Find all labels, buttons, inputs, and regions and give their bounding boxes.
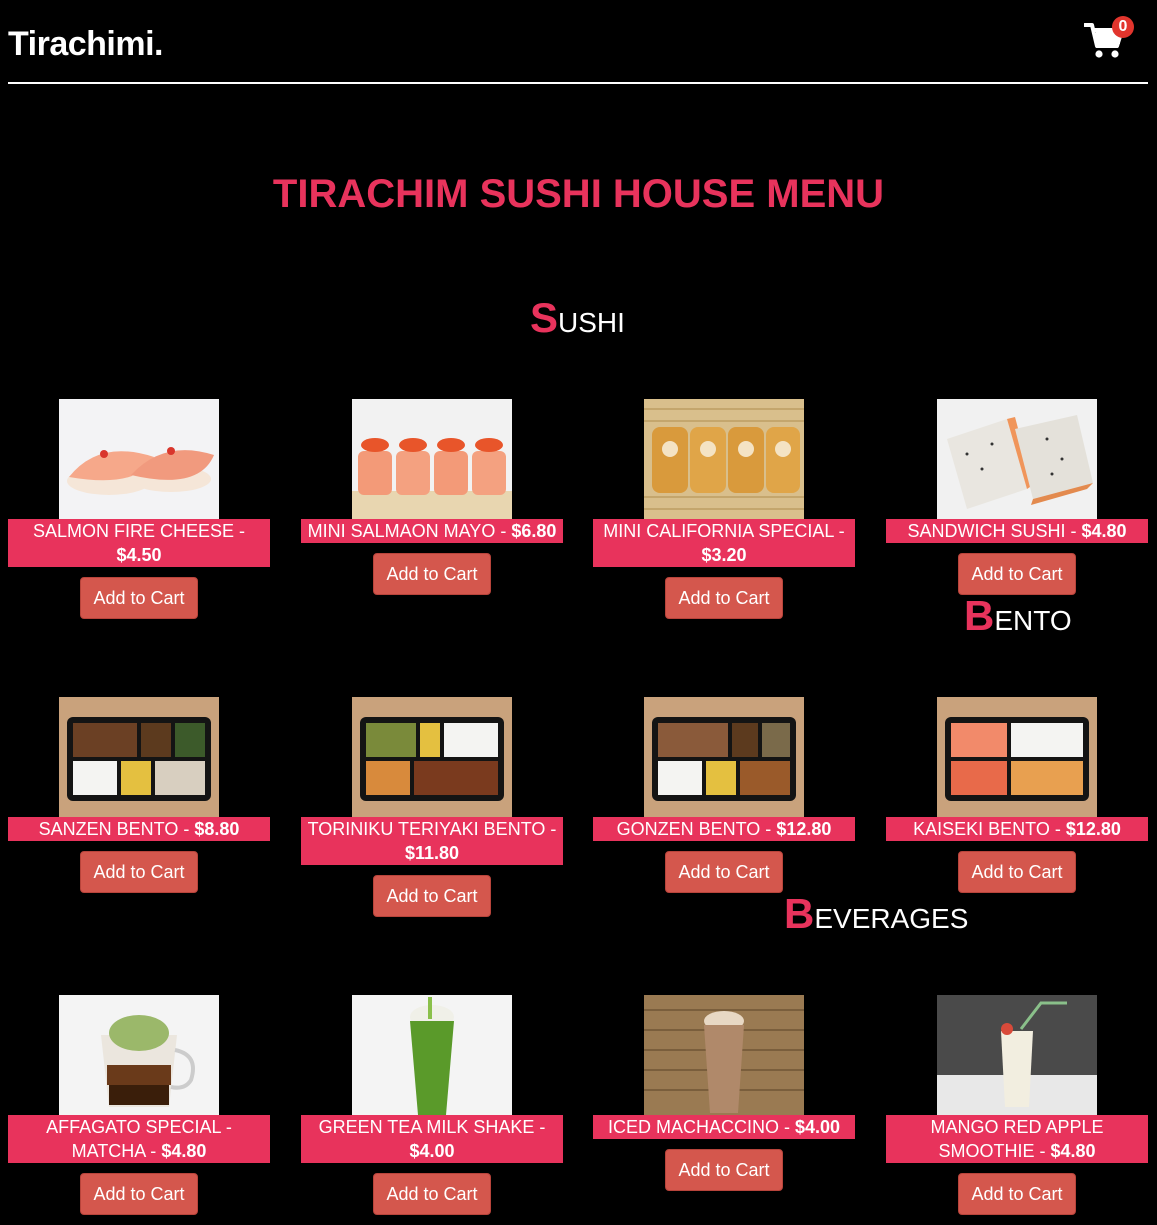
menu-item-label: MANGO RED APPLE SMOOTHIE - $4.80 bbox=[886, 1115, 1148, 1163]
iced-mocha-image bbox=[644, 995, 804, 1115]
add-to-cart-button[interactable]: Add to Cart bbox=[665, 577, 783, 619]
add-to-cart-button[interactable]: Add to Cart bbox=[665, 1149, 783, 1191]
menu-item-label: ICED MACHACCINO - $4.00 bbox=[593, 1115, 855, 1139]
page-title: TIRACHIM SUSHI HOUSE MENU bbox=[272, 172, 885, 216]
menu-item-card: MINI SALMAON MAYO - $6.80 Add to Cart bbox=[301, 399, 563, 595]
smoothie-image bbox=[937, 995, 1097, 1115]
add-to-cart-button[interactable]: Add to Cart bbox=[373, 875, 491, 917]
salmon-roll-image bbox=[352, 399, 512, 519]
menu-item-label: MINI CALIFORNIA SPECIAL - $3.20 bbox=[593, 519, 855, 567]
cart-button[interactable]: 0 bbox=[1084, 16, 1144, 66]
add-to-cart-button[interactable]: Add to Cart bbox=[80, 1173, 198, 1215]
menu-item-label: TORINIKU TERIYAKI BENTO - $11.80 bbox=[301, 817, 563, 865]
menu-item-card: SALMON FIRE CHEESE - $4.50 Add to Cart bbox=[8, 399, 270, 619]
section-title-beverages: BEVERAGES bbox=[784, 890, 969, 937]
menu-item-card: GREEN TEA MILK SHAKE - $4.00 Add to Cart bbox=[301, 995, 563, 1215]
bento-box-image bbox=[352, 697, 512, 817]
menu-item-label: MINI SALMAON MAYO - $6.80 bbox=[301, 519, 563, 543]
menu-item-label: SANDWICH SUSHI - $4.80 bbox=[886, 519, 1148, 543]
sandwich-sushi-image bbox=[937, 399, 1097, 519]
menu-item-card: KAISEKI BENTO - $12.80 Add to Cart bbox=[886, 697, 1148, 893]
menu-item-label: SALMON FIRE CHEESE - $4.50 bbox=[8, 519, 270, 567]
green-shake-image bbox=[352, 995, 512, 1115]
menu-item-card: SANDWICH SUSHI - $4.80 Add to Cart bbox=[886, 399, 1148, 595]
menu-item-card: SANZEN BENTO - $8.80 Add to Cart bbox=[8, 697, 270, 893]
add-to-cart-button[interactable]: Add to Cart bbox=[80, 851, 198, 893]
menu-item-label: AFFAGATO SPECIAL - MATCHA - $4.80 bbox=[8, 1115, 270, 1163]
cart-count-badge: 0 bbox=[1112, 16, 1134, 38]
menu-item-label: KAISEKI BENTO - $12.80 bbox=[886, 817, 1148, 841]
bento-box-image bbox=[937, 697, 1097, 817]
menu-item-label: GREEN TEA MILK SHAKE - $4.00 bbox=[301, 1115, 563, 1163]
add-to-cart-button[interactable]: Add to Cart bbox=[958, 851, 1076, 893]
site-header: Tirachimi. 0 bbox=[8, 0, 1148, 84]
menu-item-card: ICED MACHACCINO - $4.00 Add to Cart bbox=[593, 995, 855, 1191]
add-to-cart-button[interactable]: Add to Cart bbox=[80, 577, 198, 619]
section-title-bento: BENTO bbox=[964, 592, 1072, 639]
menu-item-label: GONZEN BENTO - $12.80 bbox=[593, 817, 855, 841]
add-to-cart-button[interactable]: Add to Cart bbox=[665, 851, 783, 893]
section-title-sushi: SUSHI bbox=[530, 294, 625, 341]
salmon-nigiri-image bbox=[59, 399, 219, 519]
menu-item-card: GONZEN BENTO - $12.80 Add to Cart bbox=[593, 697, 855, 893]
menu-item-card: TORINIKU TERIYAKI BENTO - $11.80 Add to … bbox=[301, 697, 563, 917]
bento-box-image bbox=[644, 697, 804, 817]
menu-item-label: SANZEN BENTO - $8.80 bbox=[8, 817, 270, 841]
brand-logo[interactable]: Tirachimi. bbox=[8, 26, 164, 62]
add-to-cart-button[interactable]: Add to Cart bbox=[958, 1173, 1076, 1215]
affogato-cup-image bbox=[59, 995, 219, 1115]
menu-item-card: MINI CALIFORNIA SPECIAL - $3.20 Add to C… bbox=[593, 399, 855, 619]
california-roll-image bbox=[644, 399, 804, 519]
menu-item-card: AFFAGATO SPECIAL - MATCHA - $4.80 Add to… bbox=[8, 995, 270, 1215]
add-to-cart-button[interactable]: Add to Cart bbox=[373, 1173, 491, 1215]
add-to-cart-button[interactable]: Add to Cart bbox=[958, 553, 1076, 595]
add-to-cart-button[interactable]: Add to Cart bbox=[373, 553, 491, 595]
bento-box-image bbox=[59, 697, 219, 817]
menu-item-card: MANGO RED APPLE SMOOTHIE - $4.80 Add to … bbox=[886, 995, 1148, 1215]
